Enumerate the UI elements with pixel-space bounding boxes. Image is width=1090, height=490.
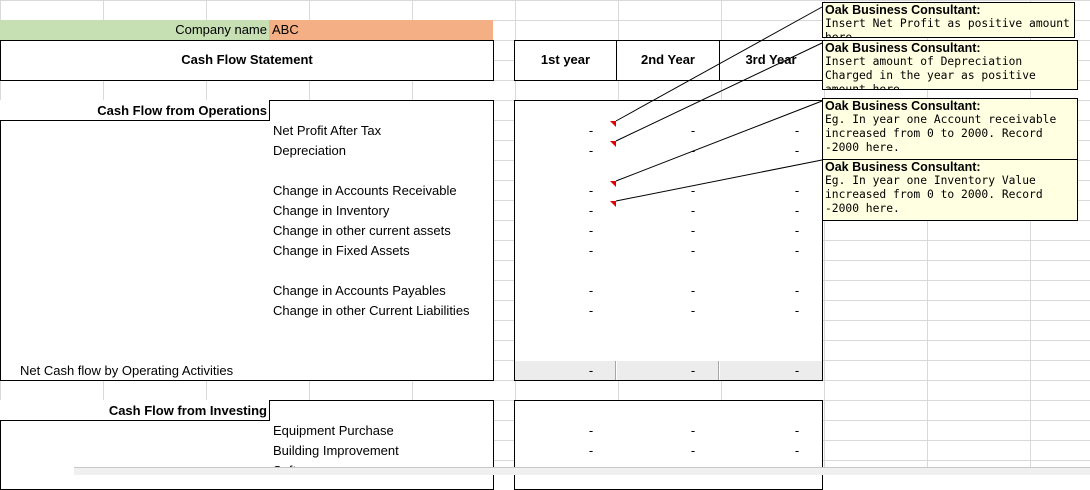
comment-author: Oak Business Consultant: bbox=[825, 160, 981, 174]
comment-note-3[interactable]: Oak Business Consultant: Eg. In year one… bbox=[822, 98, 1078, 160]
comment-author: Oak Business Consultant: bbox=[825, 41, 981, 55]
comment-text: Insert amount of Depreciation Charged in… bbox=[825, 55, 1036, 90]
comment-note-1[interactable]: Oak Business Consultant: Insert Net Prof… bbox=[822, 2, 1075, 38]
comment-author: Oak Business Consultant: bbox=[825, 3, 981, 17]
comment-author: Oak Business Consultant: bbox=[825, 99, 981, 113]
comment-text: Eg. In year one Inventory Value increase… bbox=[825, 174, 1043, 215]
comment-note-2[interactable]: Oak Business Consultant: Insert amount o… bbox=[822, 40, 1078, 90]
comment-note-4[interactable]: Oak Business Consultant: Eg. In year one… bbox=[822, 159, 1078, 221]
comment-text: Insert Net Profit as positive amount her… bbox=[825, 17, 1070, 38]
comment-text: Eg. In year one Account receivable incre… bbox=[825, 113, 1057, 154]
